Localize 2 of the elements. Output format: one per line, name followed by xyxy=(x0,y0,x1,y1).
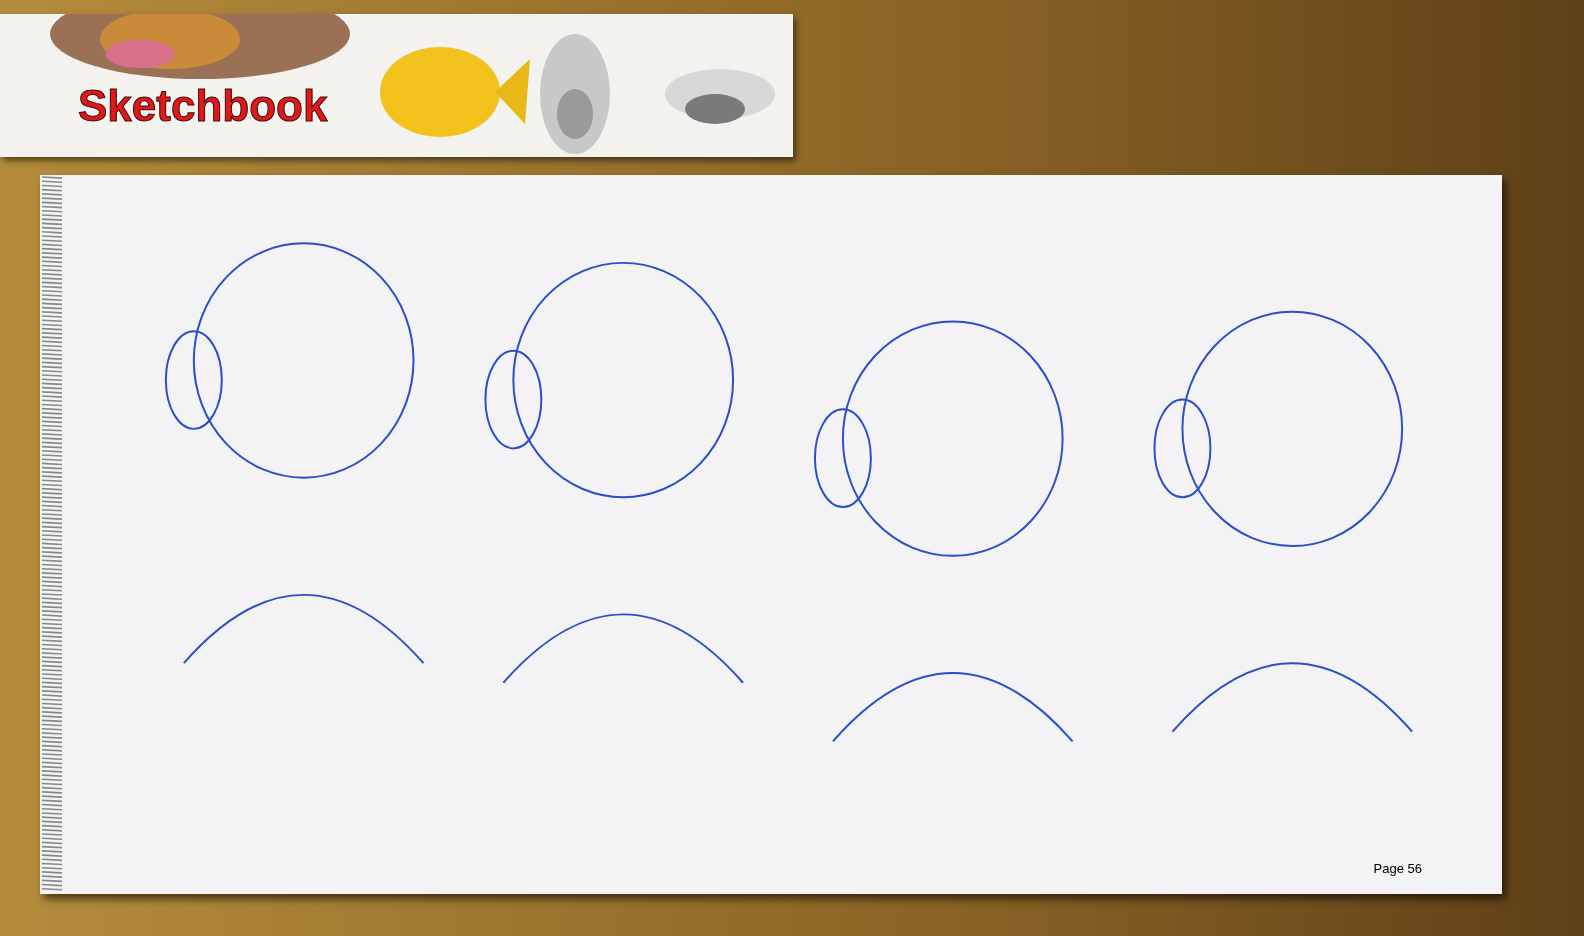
page-number: Page 56 xyxy=(1373,859,1422,878)
site-title: Sketchbook xyxy=(78,84,328,128)
